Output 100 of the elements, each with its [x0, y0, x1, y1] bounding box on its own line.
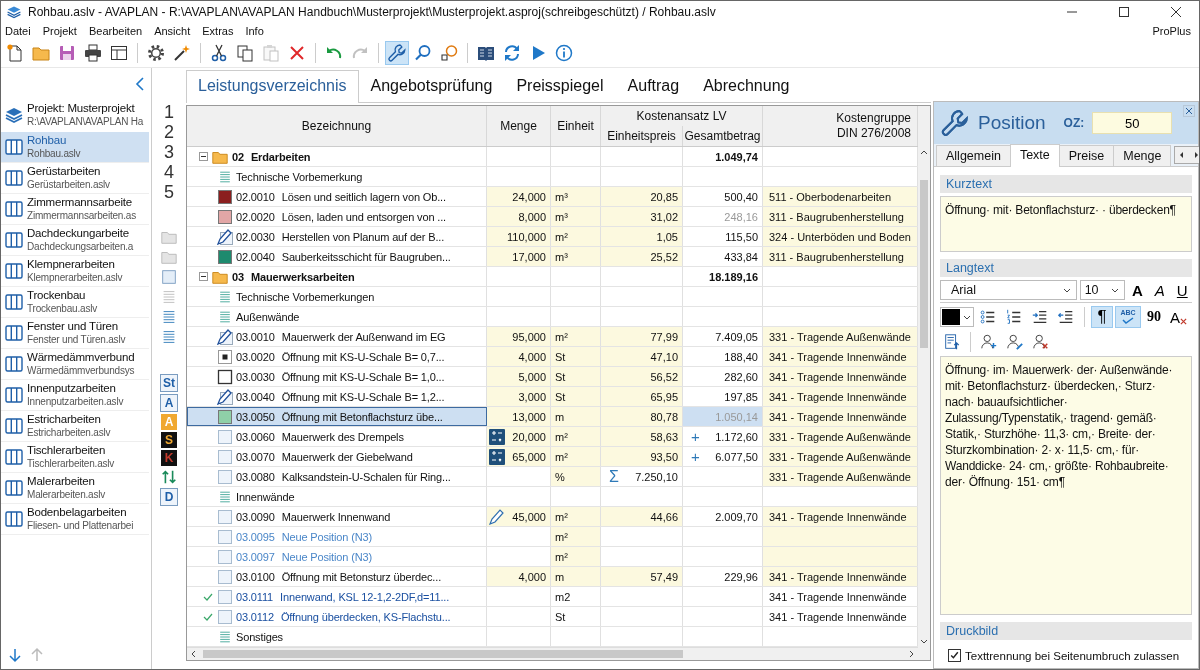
table-cell[interactable]: 03.0010 Mauerwerk der Außenwand im EG: [187, 327, 487, 346]
scrollbar-thumb[interactable]: [920, 180, 928, 348]
table-cell[interactable]: 03.0112 Öffnung überdecken, KS-Flachstu...: [187, 607, 487, 626]
layers-icon: [4, 105, 24, 125]
project-file-item[interactable]: Wärmedämmverbund Wärmedämmverbundsys: [1, 349, 149, 380]
menu-item[interactable]: Ansicht: [154, 25, 191, 37]
table-cell[interactable]: Technische Vorbemerkungen: [187, 287, 487, 306]
tab[interactable]: Auftrag: [615, 70, 692, 102]
format-button[interactable]: U: [1172, 281, 1192, 299]
table-cell[interactable]: Sonstiges: [187, 627, 487, 646]
project-file-item[interactable]: Estricharbeiten Estricharbeiten.aslv: [1, 411, 149, 442]
table-cell[interactable]: 03.0020 Öffnung mit KS-U-Schale B= 0,7...: [187, 347, 487, 366]
format-button[interactable]: A: [1167, 306, 1190, 328]
tab[interactable]: Preisspiegel: [504, 70, 616, 102]
quantity: 65,000: [512, 450, 546, 463]
table-cell: 311 - Baugrubenherstellung: [763, 207, 918, 226]
table-cell[interactable]: 02 Erdarbeiten: [187, 147, 487, 166]
format-button[interactable]: A: [1150, 281, 1170, 299]
tab[interactable]: Angebotsprüfung: [358, 70, 505, 102]
table-cell[interactable]: 02.0020 Lösen, laden und entsorgen von ...: [187, 207, 487, 226]
level-button[interactable]: 2: [164, 122, 174, 142]
project-file-item[interactable]: Tischlerarbeiten Tischlerarbeiten.aslv: [1, 442, 149, 473]
level-button[interactable]: 4: [164, 162, 174, 182]
table-cell[interactable]: 03.0111 Innenwand, KSL 12-1,2-2DF,d=11...: [187, 587, 487, 606]
project-file-item[interactable]: Trockenbau Trockenbau.aslv: [1, 287, 149, 318]
menu-item[interactable]: Bearbeiten: [88, 25, 143, 37]
color-picker[interactable]: [940, 307, 974, 327]
table-cell[interactable]: 03.0070 Mauerwerk der Giebelwand: [187, 447, 487, 466]
column-header[interactable]: Einheit: [551, 106, 601, 146]
project-file-item[interactable]: Rohbau Rohbau.aslv: [1, 132, 149, 163]
column-header[interactable]: Gesamtbetrag: [683, 126, 763, 146]
filter-badge[interactable]: St: [160, 374, 178, 392]
close-icon[interactable]: [1183, 105, 1195, 117]
binder-icon: [4, 261, 24, 281]
filter-badge[interactable]: A: [160, 394, 178, 412]
table-cell: m: [551, 567, 601, 586]
project-path: R:\AVAPLAN\AVAPLAN Ha: [27, 115, 144, 128]
menu-item[interactable]: Projekt: [42, 25, 77, 37]
short-text-field[interactable]: Öffnung· mit· Betonflachsturz· · überdecken¶: [940, 196, 1192, 252]
checkbox[interactable]: [948, 649, 961, 662]
project-file-item[interactable]: Fenster und Türen Fenster und Türen.aslv: [1, 318, 149, 349]
table-cell[interactable]: 03.0050 Öffnung mit Betonflachsturz übe...: [187, 407, 487, 426]
binder-icon: [4, 292, 24, 312]
column-header[interactable]: Menge: [487, 106, 551, 146]
table-cell[interactable]: 03.0040 Öffnung mit KS-U-Schale B= 1,2...: [187, 387, 487, 406]
level-button[interactable]: 5: [164, 182, 174, 202]
table-cell[interactable]: 02.0010 Lösen und seitlich lagern von Ob...: [187, 187, 487, 206]
scrollbar-thumb[interactable]: [203, 650, 683, 658]
menu-item[interactable]: Datei: [5, 25, 31, 37]
vertical-scrollbar[interactable]: [918, 106, 930, 660]
format-button[interactable]: 90: [1143, 306, 1165, 328]
table-cell[interactable]: 03.0030 Öffnung mit KS-U-Schale B= 1,0...: [187, 367, 487, 386]
tab[interactable]: Leistungsverzeichnis: [186, 70, 359, 103]
table-cell[interactable]: Außenwände: [187, 307, 487, 326]
table-cell[interactable]: 03.0100 Öffnung mit Betonsturz überdec...: [187, 567, 487, 586]
format-button[interactable]: ¶: [1091, 306, 1113, 328]
project-file-item[interactable]: Bodenbelagarbeiten Fliesen- und Plattenarbei: [1, 504, 149, 535]
table-cell[interactable]: Innenwände: [187, 487, 487, 506]
column-header[interactable]: Einheitspreis: [601, 126, 683, 146]
project-file-item[interactable]: Innenputzarbeiten Innenputzarbeiten.aslv: [1, 380, 149, 411]
table-cell: St: [551, 367, 601, 386]
project-file-item[interactable]: Klempnerarbeiten Klempnerarbeiten.aslv: [1, 256, 149, 287]
table-cell[interactable]: 03 Mauerwerksarbeiten: [187, 267, 487, 286]
table-cell: m²: [551, 427, 601, 446]
arrow-down-icon[interactable]: [7, 647, 23, 663]
tab[interactable]: Preise: [1058, 145, 1115, 166]
project-file-item[interactable]: Zimmermannsarbeite Zimmermannsarbeiten.as: [1, 194, 149, 225]
tab[interactable]: Allgemein: [936, 145, 1011, 166]
font-size-dropdown[interactable]: 10: [1079, 280, 1125, 300]
total-amount: 2.009,70: [715, 510, 758, 523]
table-cell[interactable]: 03.0095 Neue Position (N3): [187, 527, 487, 546]
format-button[interactable]: A: [1127, 281, 1148, 299]
level-button[interactable]: 1: [164, 102, 174, 122]
oz-field[interactable]: 50: [1092, 112, 1173, 134]
table-cell[interactable]: 03.0090 Mauerwerk Innenwand: [187, 507, 487, 526]
swap-arrows-icon[interactable]: [160, 468, 178, 486]
table-cell[interactable]: 03.0097 Neue Position (N3): [187, 547, 487, 566]
table-cell[interactable]: Technische Vorbemerkung: [187, 167, 487, 186]
font-dropdown[interactable]: Arial: [940, 280, 1077, 300]
level-button[interactable]: 3: [164, 142, 174, 162]
menu-item[interactable]: Info: [245, 25, 264, 37]
table-cell[interactable]: 02.0040 Sauberkeitsschicht für Baugruben...: [187, 247, 487, 266]
table-cell[interactable]: 03.0060 Mauerwerk des Drempels: [187, 427, 487, 446]
project-file-item[interactable]: Malerarbeiten Malerarbeiten.aslv: [1, 473, 149, 504]
project-file-item[interactable]: Dachdeckungarbeite Dachdeckungsarbeiten.a: [1, 225, 149, 256]
pencil-icon: [217, 328, 233, 345]
filter-badge[interactable]: S: [161, 432, 177, 448]
tab[interactable]: Texte: [1009, 144, 1060, 167]
horizontal-scrollbar[interactable]: [187, 647, 918, 660]
column-header[interactable]: Bezeichnung: [187, 106, 487, 146]
long-text-field[interactable]: Öffnung· im· Mauerwerk· der· Außenwände· mit· Betonflachsturz· überdecken,· Sturz· nach· bauaufsichtlicher· Zulassung/Typenstatik,· tragend· gemäß· Statik,· Sturzhöhe· 11,3· cm,· Breite· der· Sturzkombination· 2· x· 11,5· cm,· für· Wanddicke· 24· cm,· größte· Rohbaubreite· der· Öffnung· 151· cm¶: [940, 356, 1192, 615]
tab[interactable]: Abrechnung: [691, 70, 802, 102]
menu-item[interactable]: Extras: [202, 25, 234, 37]
collapse-toggle-icon[interactable]: [199, 152, 208, 161]
table-cell[interactable]: 02.0030 Herstellen von Planum auf der B...: [187, 227, 487, 246]
table-cell[interactable]: 03.0080 Kalksandstein-U-Schalen für Ring...: [187, 467, 487, 486]
collapse-toggle-icon[interactable]: [199, 272, 208, 281]
filter-badge[interactable]: D: [160, 488, 178, 506]
project-file-item[interactable]: Gerüstarbeiten Gerüstarbeiten.aslv: [1, 163, 149, 194]
tab[interactable]: Menge: [1113, 145, 1172, 166]
